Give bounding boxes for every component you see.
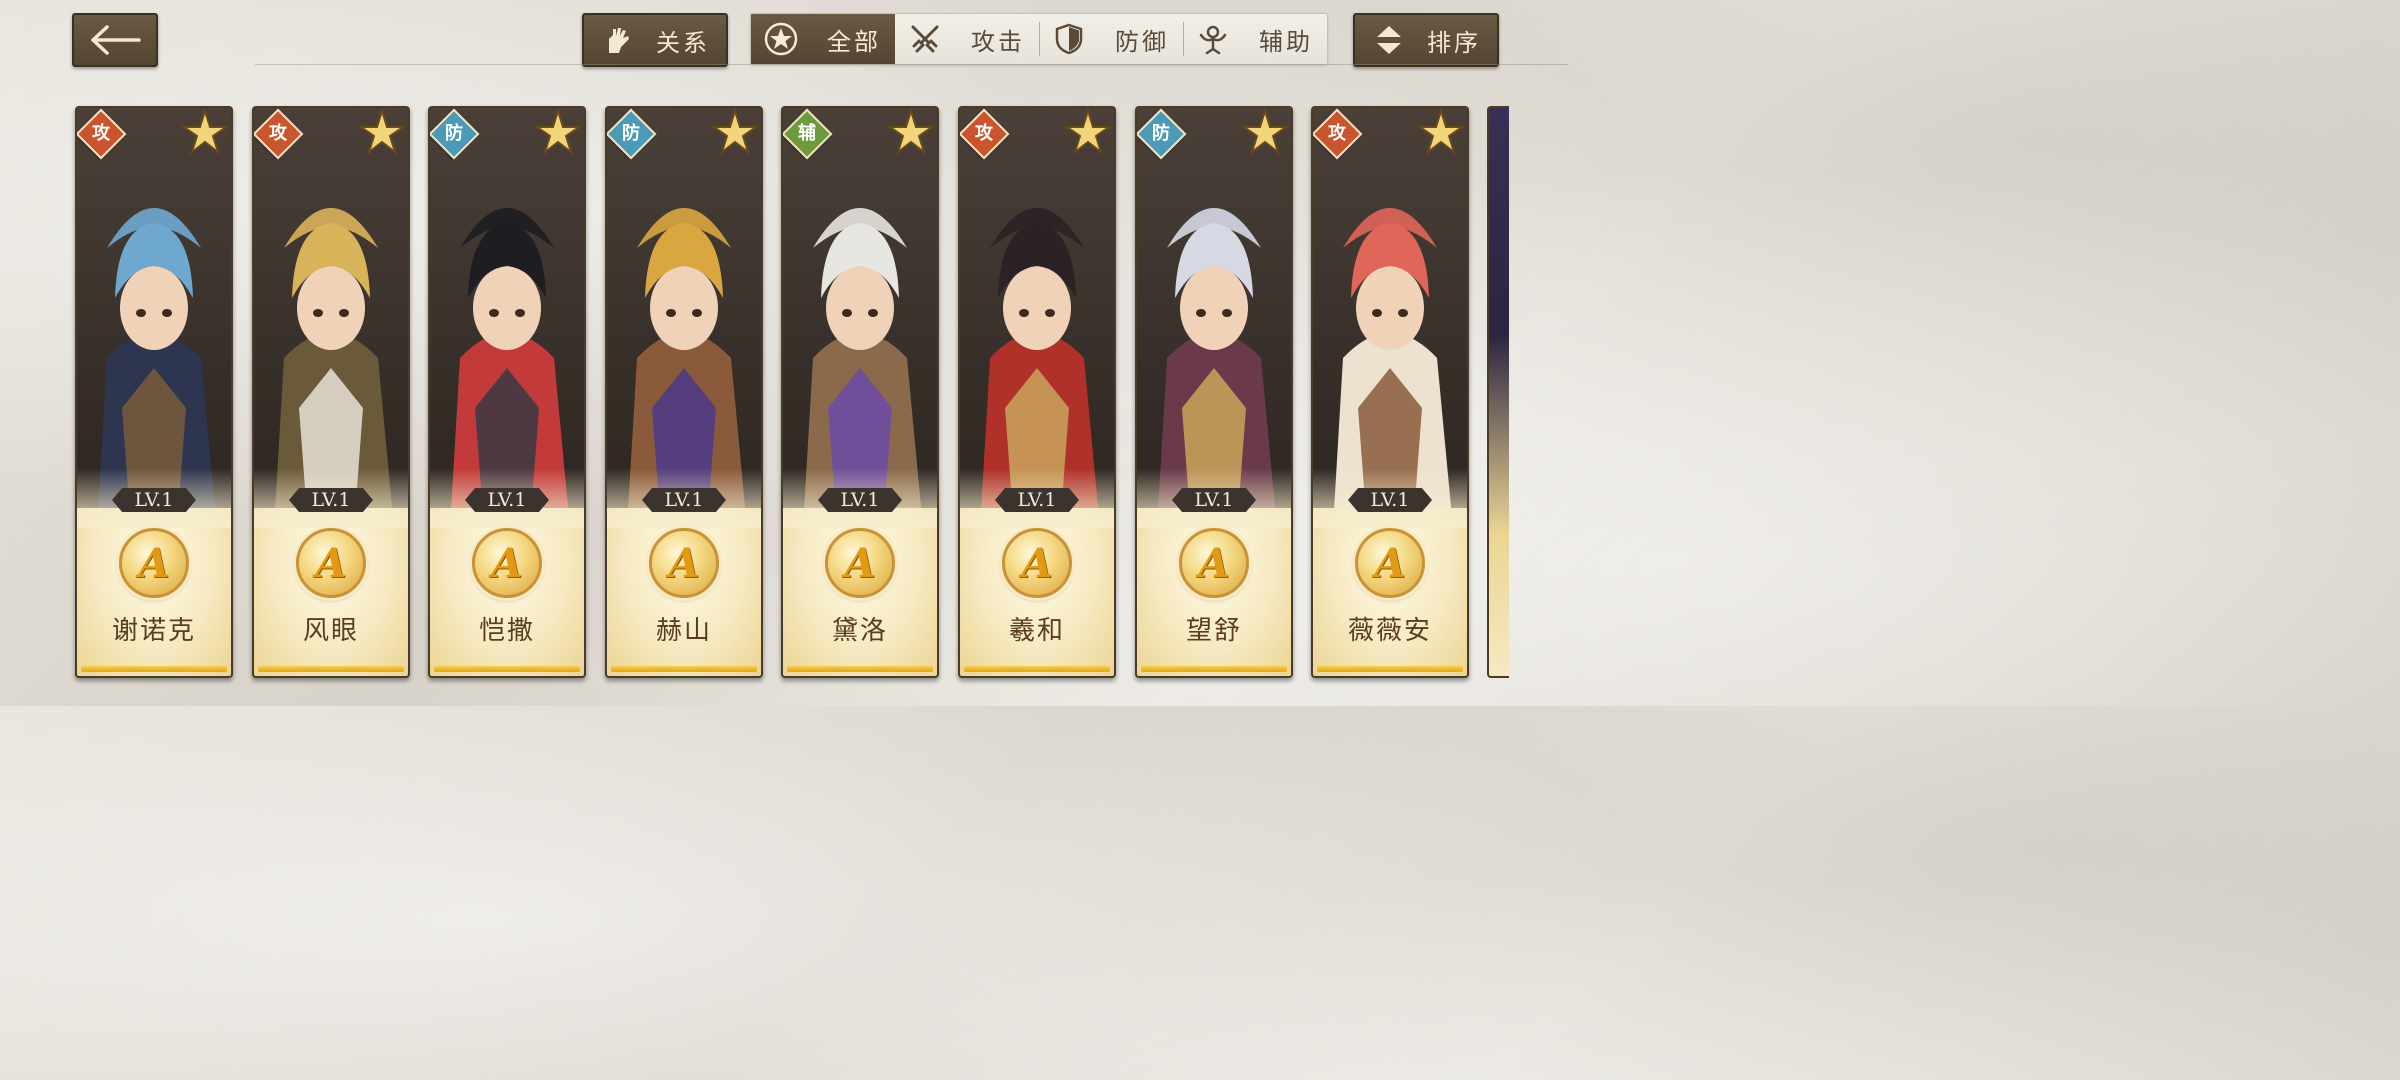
- rank-letter: A: [844, 539, 876, 587]
- hero-portrait: [960, 108, 1114, 528]
- rank-letter: A: [491, 539, 523, 587]
- rank-letter: A: [668, 539, 700, 587]
- hero-card[interactable]: 攻 LV.1 A 风眼: [252, 106, 410, 678]
- star-icon: [711, 108, 759, 155]
- role-badge-label: 攻: [92, 123, 110, 144]
- role-badge-label: 防: [445, 123, 463, 144]
- hero-name: 谢诺克: [111, 616, 196, 646]
- hero-card[interactable]: 攻 LV.1 A 羲和: [958, 106, 1116, 678]
- hero-name: 风眼: [302, 616, 359, 646]
- hero-card[interactable]: 攻 LV.1 A 谢诺克: [75, 106, 233, 678]
- hero-name: 黛洛: [831, 616, 888, 646]
- level-badge: LV.1: [465, 488, 549, 512]
- role-badge-label: 攻: [269, 123, 287, 144]
- star-icon: [1064, 108, 1112, 155]
- card-gold-bar: [258, 666, 404, 672]
- hero-card[interactable]: 攻 LV.1 A 薇薇安: [1311, 106, 1469, 678]
- hero-card-partial[interactable]: [1487, 106, 1509, 678]
- hero-portrait: [607, 108, 761, 528]
- hero-portrait: [783, 108, 937, 528]
- card-gold-bar: [434, 666, 580, 672]
- hero-card[interactable]: 防 LV.1 A 望舒: [1135, 106, 1293, 678]
- card-gold-bar: [787, 666, 933, 672]
- rank-letter: A: [1374, 539, 1406, 587]
- card-gold-bar: [964, 666, 1110, 672]
- hero-name: 恺撒: [478, 616, 535, 646]
- hero-card[interactable]: 防 LV.1 A 赫山: [605, 106, 763, 678]
- role-badge-label: 攻: [1328, 123, 1346, 144]
- rank-medal: A: [649, 528, 719, 598]
- level-badge: LV.1: [1348, 488, 1432, 512]
- star-icon: [1417, 108, 1465, 155]
- level-badge: LV.1: [818, 488, 902, 512]
- rank-letter: A: [1021, 539, 1053, 587]
- rank-medal: A: [1355, 528, 1425, 598]
- star-icon: [181, 108, 229, 155]
- level-badge: LV.1: [112, 488, 196, 512]
- rank-medal: A: [1002, 528, 1072, 598]
- hero-card[interactable]: 防 LV.1 A 恺撒: [428, 106, 586, 678]
- hero-portrait: [1137, 108, 1291, 528]
- role-badge-label: 攻: [975, 123, 993, 144]
- card-gold-bar: [1141, 666, 1287, 672]
- star-icon: [534, 108, 582, 155]
- role-badge-label: 辅: [798, 123, 816, 144]
- star-icon: [887, 108, 935, 155]
- hero-card[interactable]: 辅 LV.1 A 黛洛: [781, 106, 939, 678]
- level-badge: LV.1: [995, 488, 1079, 512]
- role-badge-label: 防: [1152, 123, 1170, 144]
- level-badge: LV.1: [289, 488, 373, 512]
- card-gold-bar: [1317, 666, 1463, 672]
- hero-portrait: [1313, 108, 1467, 528]
- rank-letter: A: [138, 539, 170, 587]
- level-badge: LV.1: [642, 488, 726, 512]
- hero-portrait: [430, 108, 584, 528]
- role-badge-label: 防: [622, 123, 640, 144]
- hero-portrait: [254, 108, 408, 528]
- hero-name: 赫山: [655, 616, 712, 646]
- rank-medal: A: [472, 528, 542, 598]
- level-badge: LV.1: [1172, 488, 1256, 512]
- hero-name: 羲和: [1008, 616, 1065, 646]
- rank-medal: A: [119, 528, 189, 598]
- hero-name: 薇薇安: [1347, 616, 1432, 646]
- star-icon: [358, 108, 406, 155]
- card-gold-bar: [81, 666, 227, 672]
- rank-letter: A: [315, 539, 347, 587]
- hero-card-list: 攻 LV.1 A 谢诺克攻 LV.1 A 风眼防 LV.1 A 恺撒防 LV.1 A 赫山辅 LV.1 A 黛…: [0, 0, 1568, 706]
- star-icon: [1241, 108, 1289, 155]
- card-gold-bar: [611, 666, 757, 672]
- rank-letter: A: [1198, 539, 1230, 587]
- rank-medal: A: [825, 528, 895, 598]
- hero-name: 望舒: [1185, 616, 1242, 646]
- hero-portrait: [77, 108, 231, 528]
- rank-medal: A: [296, 528, 366, 598]
- rank-medal: A: [1179, 528, 1249, 598]
